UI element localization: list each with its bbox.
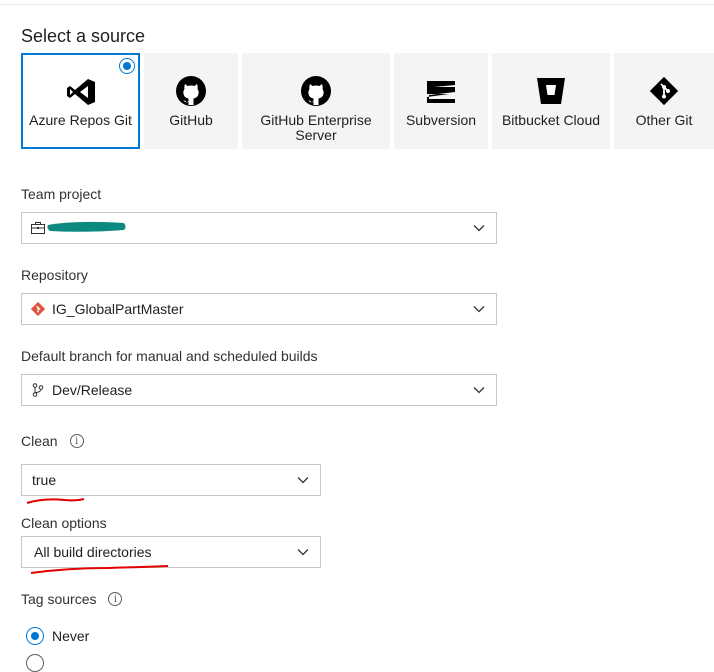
project-briefcase-icon: [30, 220, 46, 236]
team-project-label: Team project: [21, 186, 102, 202]
clean-dropdown[interactable]: true: [21, 464, 321, 496]
annotation-underline: [30, 565, 169, 574]
chevron-down-icon: [473, 225, 485, 232]
source-label: GitHub: [169, 112, 213, 128]
selected-radio-indicator: [119, 58, 135, 74]
default-branch-dropdown[interactable]: Dev/Release: [21, 374, 497, 406]
tag-sources-label: Tag sources: [21, 591, 97, 607]
tag-sources-option-never[interactable]: Never: [26, 627, 89, 645]
clean-options-value: All build directories: [34, 544, 152, 560]
chevron-down-icon: [297, 549, 309, 556]
chevron-down-icon: [473, 306, 485, 313]
radio-label: Never: [52, 628, 90, 644]
default-branch-value: Dev/Release: [52, 382, 133, 398]
source-tile-azure-repos-git[interactable]: Azure Repos Git: [21, 53, 140, 149]
clean-options-label: Clean options: [21, 515, 107, 531]
source-label-line1: GitHub Enterprise: [260, 112, 372, 128]
tag-sources-label-row: Tag sources i: [21, 591, 123, 607]
source-tile-other-git[interactable]: Other Git: [614, 53, 714, 149]
source-label-line2: Server: [295, 127, 337, 143]
branch-icon: [30, 382, 46, 398]
clean-value: true: [32, 472, 57, 488]
source-label: Azure Repos Git: [29, 112, 132, 128]
tag-sources-option-next[interactable]: [26, 654, 52, 672]
azure-repos-icon: [23, 75, 138, 109]
source-label: Bitbucket Cloud: [501, 112, 601, 128]
repository-label: Repository: [21, 267, 88, 283]
source-tile-subversion[interactable]: Subversion: [394, 53, 488, 149]
git-icon: [614, 75, 714, 109]
source-label: Subversion: [405, 112, 477, 128]
git-repo-icon: [30, 301, 46, 317]
default-branch-label: Default branch for manual and scheduled …: [21, 348, 318, 364]
page-title: Select a source: [21, 26, 146, 46]
radio-button[interactable]: [26, 627, 44, 645]
source-tiles: Azure Repos Git GitHub GitHub Enterprise…: [0, 53, 714, 149]
info-icon[interactable]: i: [108, 592, 123, 606]
top-divider: [0, 4, 714, 5]
github-icon: [242, 75, 390, 109]
repository-value: IG_GlobalPartMaster: [52, 301, 184, 317]
clean-label-row: Clean i: [21, 433, 84, 449]
info-icon[interactable]: i: [69, 434, 84, 448]
source-tile-github[interactable]: GitHub: [144, 53, 238, 149]
github-icon: [144, 75, 238, 109]
subversion-icon: [394, 75, 488, 109]
annotation-underline: [26, 498, 85, 504]
source-tile-github-enterprise-server[interactable]: GitHub Enterprise Server: [242, 53, 390, 149]
source-label: Other Git: [635, 112, 693, 128]
source-label: GitHub Enterprise Server: [242, 113, 390, 143]
source-tile-bitbucket-cloud[interactable]: Bitbucket Cloud: [492, 53, 610, 149]
radio-button[interactable]: [26, 654, 44, 672]
repository-dropdown[interactable]: IG_GlobalPartMaster: [21, 293, 497, 325]
chevron-down-icon: [297, 477, 309, 484]
clean-label: Clean: [21, 433, 58, 449]
redaction-mark: [47, 221, 126, 232]
chevron-down-icon: [473, 387, 485, 394]
bitbucket-icon: [492, 75, 610, 109]
